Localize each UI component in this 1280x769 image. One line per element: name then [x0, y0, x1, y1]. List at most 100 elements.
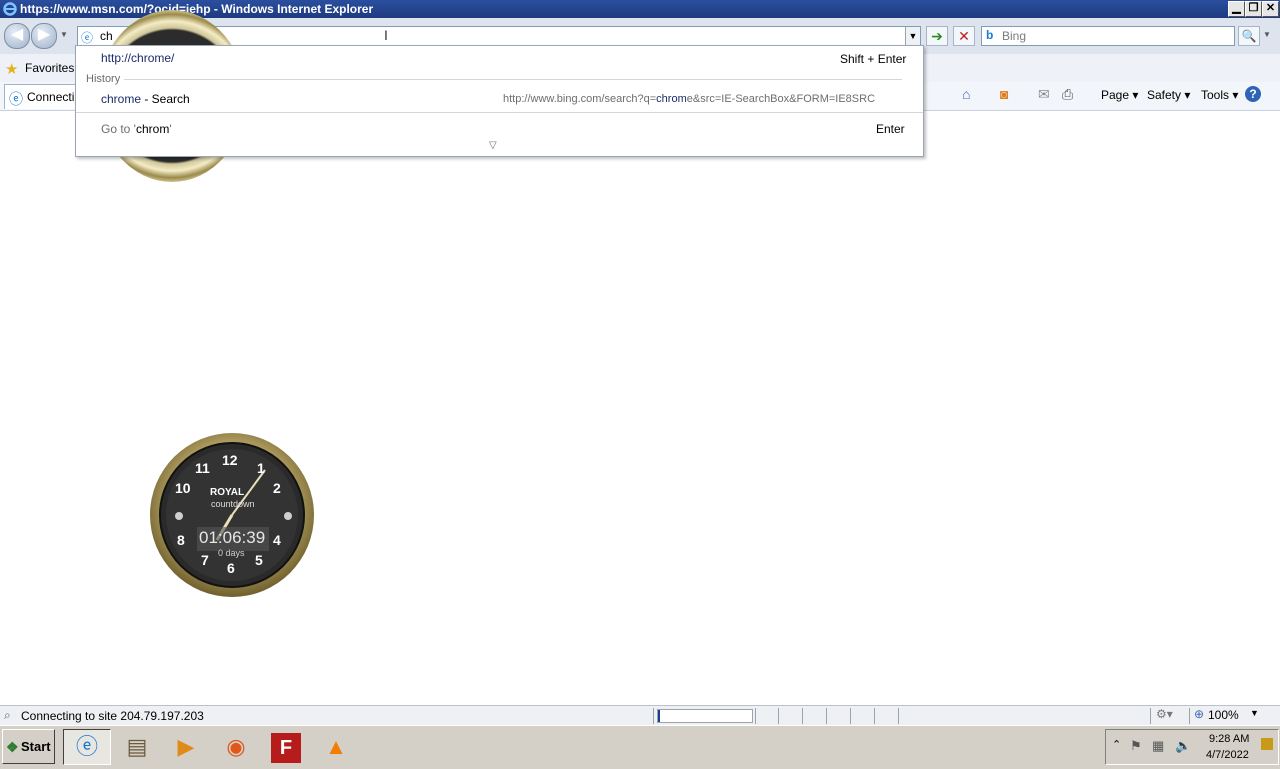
- zoom-level[interactable]: 100%: [1208, 708, 1239, 722]
- status-divider: [802, 708, 803, 724]
- status-progress-icon: ⌕: [4, 708, 11, 722]
- restore-button[interactable]: ❐: [1245, 1, 1262, 17]
- ie-logo-icon: [3, 2, 17, 16]
- gadget-brand: ROYAL: [210, 487, 245, 498]
- status-text: Connecting to site 204.79.197.203: [21, 709, 204, 723]
- numeral-2: 2: [273, 480, 281, 496]
- favorites-label[interactable]: Favorites: [25, 61, 74, 75]
- taskbar-archive-icon[interactable]: ▤: [113, 729, 161, 765]
- home-icon[interactable]: ⌂: [962, 86, 970, 102]
- zoom-icon[interactable]: ⊕: [1194, 707, 1204, 721]
- start-label: Start: [21, 739, 51, 754]
- history-section-label: History: [86, 73, 121, 85]
- history-item-suffix: - Search: [141, 92, 190, 106]
- history-url-highlight: chrom: [656, 93, 687, 105]
- show-desktop-icon[interactable]: [1261, 738, 1273, 750]
- address-input[interactable]: ch: [100, 29, 113, 43]
- go-button[interactable]: ➔: [926, 26, 948, 46]
- taskbar-time[interactable]: 9:28 AM: [1209, 733, 1249, 745]
- forward-button[interactable]: ▶: [31, 23, 57, 49]
- tab-ie-icon: ⓔ: [9, 91, 23, 107]
- back-button[interactable]: ◀: [4, 23, 30, 49]
- close-button[interactable]: ✕: [1262, 1, 1279, 17]
- taskbar-media-player-icon[interactable]: ▶: [162, 729, 210, 765]
- safety-menu[interactable]: Safety ▾: [1147, 88, 1190, 102]
- search-box[interactable]: b Bing: [981, 26, 1235, 46]
- history-url-pre: http://www.bing.com/search?q=: [503, 93, 657, 105]
- countdown-clock-gadget[interactable]: 12 1 2 4 5 6 7 8 10 11 ROYAL countdown 0…: [147, 430, 315, 600]
- page-icon: ⓔ: [81, 31, 94, 45]
- text-cursor-icon: I: [384, 27, 388, 43]
- numeral-4: 4: [273, 532, 281, 548]
- network-icon[interactable]: ▦: [1152, 738, 1164, 754]
- recent-pages-chevron-icon[interactable]: ▼: [60, 30, 68, 39]
- status-divider: [874, 708, 875, 724]
- goto-shortcut: Enter: [876, 122, 905, 136]
- help-icon[interactable]: ?: [1245, 86, 1261, 102]
- tab-label: Connecting...: [27, 90, 75, 104]
- history-item-term: chrome: [101, 92, 142, 106]
- zoom-dropdown-icon[interactable]: ▼: [1250, 708, 1259, 718]
- stop-button[interactable]: ✕: [953, 26, 975, 46]
- mail-icon[interactable]: ✉: [1038, 86, 1050, 103]
- status-divider: [1189, 708, 1190, 724]
- more-suggestions-icon[interactable]: ▽: [489, 140, 497, 151]
- taskbar-date[interactable]: 4/7/2022: [1206, 749, 1249, 761]
- minimize-button[interactable]: ▁: [1228, 1, 1245, 17]
- history-divider: [124, 79, 902, 80]
- status-divider: [653, 708, 654, 724]
- numeral-7: 7: [201, 552, 209, 568]
- goto-suffix: ': [169, 122, 172, 136]
- address-dropdown-button[interactable]: ▼: [905, 27, 920, 45]
- bing-logo-icon: b: [986, 28, 994, 42]
- taskbar-ie-icon[interactable]: ⓔ: [63, 729, 111, 765]
- action-center-flag-icon[interactable]: ⚑: [1130, 738, 1142, 754]
- history-item[interactable]: chrome - Search: [101, 92, 190, 106]
- gadget-subtitle: countdown: [211, 499, 255, 509]
- numeral-5: 5: [255, 552, 263, 568]
- search-button[interactable]: 🔍: [1238, 26, 1260, 46]
- search-options-chevron-icon[interactable]: ▼: [1263, 30, 1271, 39]
- protected-mode-icon[interactable]: ⚙▾: [1156, 707, 1173, 721]
- countdown-time: 01:06:39: [199, 528, 266, 547]
- search-input[interactable]: Bing: [1002, 29, 1026, 43]
- print-icon[interactable]: ⎙: [1062, 86, 1073, 103]
- status-divider: [826, 708, 827, 724]
- start-button[interactable]: ❖ Start: [2, 729, 55, 764]
- status-divider: [1150, 708, 1151, 724]
- countdown-days: 0 days: [218, 548, 245, 558]
- suggestion-shortcut: Shift + Enter: [840, 52, 907, 66]
- favorites-star-icon[interactable]: ★: [5, 60, 18, 78]
- status-divider: [898, 708, 899, 724]
- numeral-11: 11: [195, 460, 210, 476]
- feeds-icon[interactable]: ◙: [1000, 86, 1008, 102]
- address-autocomplete-dropdown: http://chrome/ Shift + Enter History chr…: [75, 45, 924, 157]
- windows-logo-icon: ❖: [6, 739, 19, 755]
- numeral-12: 12: [222, 452, 238, 468]
- status-bar: ⌕ Connecting to site 204.79.197.203: [0, 705, 1280, 726]
- goto-term: chrom: [135, 122, 170, 136]
- taskbar-filezilla-icon[interactable]: F: [262, 729, 310, 765]
- page-menu[interactable]: Page ▾: [1101, 88, 1138, 102]
- numeral-10: 10: [175, 480, 191, 496]
- numeral-1: 1: [257, 460, 265, 476]
- history-item-url: http://www.bing.com/search?q=chrome&src=…: [503, 93, 875, 105]
- goto-item[interactable]: Go to 'chrom': [101, 122, 172, 136]
- status-divider: [850, 708, 851, 724]
- volume-muted-icon[interactable]: 🔈: [1175, 738, 1191, 754]
- status-progress-bar: [657, 709, 753, 723]
- numeral-6: 6: [227, 560, 235, 576]
- goto-divider: [76, 112, 923, 113]
- status-progress-fill: [658, 710, 660, 722]
- show-hidden-icons-icon[interactable]: ⌃: [1112, 738, 1121, 751]
- system-tray: ⌃ ⚑ ▦ 🔈: [1105, 729, 1279, 765]
- tools-menu[interactable]: Tools ▾: [1201, 88, 1238, 102]
- taskbar-firefox-icon[interactable]: ◉: [212, 729, 260, 765]
- goto-prefix: Go to ': [101, 122, 136, 136]
- taskbar-vlc-icon[interactable]: ▲: [312, 729, 360, 765]
- numeral-8: 8: [177, 532, 185, 548]
- status-divider: [778, 708, 779, 724]
- tab-current[interactable]: ⓔ Connecting...: [4, 84, 76, 109]
- suggestion-url[interactable]: http://chrome/: [101, 51, 174, 65]
- history-url-post: e&src=IE-SearchBox&FORM=IE8SRC: [686, 93, 876, 105]
